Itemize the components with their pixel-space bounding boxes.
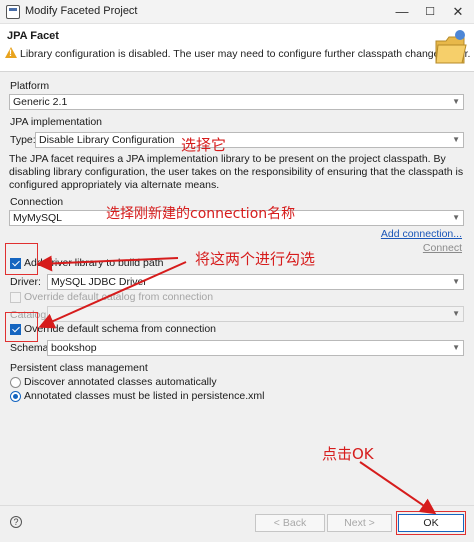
type-label: Type:	[10, 134, 36, 146]
add-connection-link[interactable]: Add connection...	[381, 228, 462, 240]
driver-select[interactable]: MySQL JDBC Driver ▼	[47, 274, 464, 290]
connect-link[interactable]: Connect	[423, 242, 462, 254]
override-catalog-checkbox[interactable]	[10, 292, 21, 303]
driver-value: MySQL JDBC Driver	[51, 276, 147, 288]
minimize-button[interactable]: —	[392, 2, 412, 22]
maximize-button[interactable]: ☐	[420, 2, 440, 22]
type-value: Disable Library Configuration	[39, 134, 175, 146]
warning-message: Library configuration is disabled. The u…	[20, 48, 471, 60]
platform-select[interactable]: Generic 2.1 ▼	[9, 94, 464, 110]
chevron-down-icon: ▼	[452, 97, 460, 106]
chevron-down-icon: ▼	[452, 309, 460, 318]
override-schema-label: Override default schema from connection	[24, 323, 217, 335]
listed-classes-radio[interactable]	[10, 391, 21, 402]
next-button[interactable]: Next >	[327, 514, 392, 532]
jpa-implementation-label: JPA implementation	[10, 116, 103, 128]
back-button[interactable]: < Back	[255, 514, 325, 532]
chevron-down-icon: ▼	[452, 343, 460, 352]
chevron-down-icon: ▼	[452, 213, 460, 222]
schema-select[interactable]: bookshop ▼	[47, 340, 464, 356]
annotation-check-both: 将这两个进行勾选	[195, 250, 316, 268]
annotation-click-ok: 点击OK	[322, 445, 374, 463]
app-icon	[6, 5, 20, 19]
schema-label: Schema:	[10, 342, 52, 354]
override-catalog-label: Override default catalog from connection	[24, 291, 214, 303]
connection-value: MyMySQL	[13, 212, 63, 224]
annotation-select-it: 选择它	[181, 136, 227, 154]
annotation-box-driver	[5, 243, 38, 275]
help-icon[interactable]: ?	[10, 516, 22, 528]
page-title: JPA Facet	[7, 30, 59, 42]
discover-classes-radio[interactable]	[10, 377, 21, 388]
persistent-class-label: Persistent class management	[10, 362, 148, 374]
platform-value: Generic 2.1	[13, 96, 68, 108]
chevron-down-icon: ▼	[452, 135, 460, 144]
add-driver-label: Add driver library to build path	[24, 257, 164, 269]
connection-label: Connection	[10, 196, 64, 208]
footer-divider	[0, 505, 474, 506]
platform-label: Platform	[10, 80, 50, 92]
folder-banner-icon	[435, 30, 467, 64]
warning-icon: !	[5, 47, 17, 58]
window-title: Modify Faceted Project	[25, 5, 138, 17]
annotation-box-ok	[396, 511, 466, 535]
annotation-box-schema	[5, 312, 38, 342]
listed-classes-label: Annotated classes must be listed in pers…	[24, 390, 265, 402]
catalog-select[interactable]: ▼	[47, 306, 464, 322]
close-button[interactable]: ✕	[448, 2, 468, 22]
schema-value: bookshop	[51, 342, 97, 354]
jpa-description: The JPA facet requires a JPA implementat…	[9, 153, 464, 191]
annotation-select-connection: 选择刚新建的connection名称	[106, 206, 296, 222]
chevron-down-icon: ▼	[452, 277, 460, 286]
type-select[interactable]: Disable Library Configuration ▼	[35, 132, 464, 148]
discover-classes-label: Discover annotated classes automatically	[24, 376, 217, 388]
driver-label: Driver:	[10, 276, 41, 288]
annotation-arrows	[36, 255, 437, 515]
